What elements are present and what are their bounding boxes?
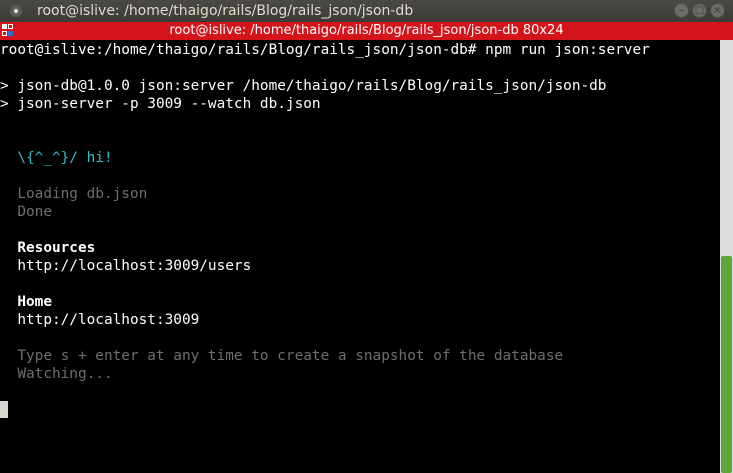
snapshot-hint-line: Type s + enter at any time to create a s… xyxy=(0,348,564,364)
minimize-button[interactable]: – xyxy=(674,3,689,18)
terminal-split-icon[interactable] xyxy=(2,24,14,37)
scrollbar-thumb[interactable] xyxy=(721,256,732,473)
terminal-cursor xyxy=(0,401,8,418)
resources-heading: Resources xyxy=(0,240,96,256)
window-title: root@islive: /home/thaigo/rails/Blog/rai… xyxy=(37,3,414,19)
maximize-button[interactable]: □ xyxy=(692,3,707,18)
home-url: http://localhost:3009 xyxy=(0,312,200,328)
terminal-window: root@islive: /home/thaigo/rails/Blog/rai… xyxy=(0,0,733,473)
watching-line: Watching... xyxy=(0,366,113,382)
users-url: http://localhost:3009/users xyxy=(0,258,252,274)
terminal-tab-title: root@islive: /home/thaigo/rails/Blog/rai… xyxy=(169,23,564,38)
greeting-line: \{^_^}/ hi! xyxy=(0,150,113,166)
window-menu-icon[interactable] xyxy=(10,5,22,17)
close-button[interactable]: × xyxy=(710,3,725,18)
loading-line: Loading db.json xyxy=(0,186,148,202)
npm-script-line: > json-db@1.0.0 json:server /home/thaigo… xyxy=(0,78,607,94)
title-bar[interactable]: root@islive: /home/thaigo/rails/Blog/rai… xyxy=(0,0,733,22)
terminal-scrollbar[interactable] xyxy=(720,40,733,473)
home-heading: Home xyxy=(0,294,52,310)
done-line: Done xyxy=(0,204,52,220)
terminal-tab-bar[interactable]: root@islive: /home/thaigo/rails/Blog/rai… xyxy=(0,22,733,40)
terminal-output[interactable]: root@islive:/home/thaigo/rails/Blog/rail… xyxy=(0,40,720,473)
prompt-line: root@islive:/home/thaigo/rails/Blog/rail… xyxy=(0,42,650,58)
npm-command-line: > json-server -p 3009 --watch db.json xyxy=(0,96,321,112)
